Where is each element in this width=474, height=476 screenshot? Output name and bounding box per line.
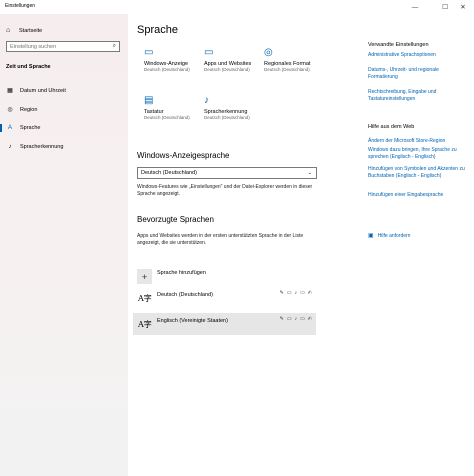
link-add-input-language[interactable]: Hinzufügen einer Eingabesprache <box>368 192 468 199</box>
link-speak-language[interactable]: Windows dazu bringen, Ihre Sprache zu sp… <box>368 147 468 160</box>
pen-icon: ✎ <box>279 316 284 322</box>
language-name: Deutsch (Deutschland) <box>157 292 213 298</box>
active-indicator <box>0 124 2 132</box>
minimize-icon: — <box>411 3 419 11</box>
keyboard-icon: ▤ <box>144 95 154 106</box>
display-language-heading: Windows-Anzeigesprache <box>137 151 230 160</box>
sidebar-item-label: Datum und Uhrzeit <box>20 87 66 94</box>
help-web-title: Hilfe aus dem Web <box>368 124 415 130</box>
related-settings-title: Verwandte Einstellungen <box>368 42 429 48</box>
link-date-time-format[interactable]: Datums-, Uhrzeit- und regionale Formatie… <box>368 67 468 80</box>
tile-sub: Deutsch (Deutschland) <box>204 67 250 72</box>
language-features: ✎ ▭ ♪ ▭ ✍ <box>280 290 312 296</box>
globe-icon: ◎ <box>264 47 273 58</box>
microphone-icon: ♪ <box>8 144 12 150</box>
tile-sub: Deutsch (Deutschland) <box>144 67 190 72</box>
language-features: ✎ ▭ ♪ ▭ ✍ <box>280 316 312 322</box>
link-spelling-typing[interactable]: Rechtschreibung, Eingabe und Tastaturein… <box>368 89 468 102</box>
plus-icon: + <box>137 269 152 284</box>
pen-icon: ✎ <box>279 290 284 296</box>
main-content: Sprache ▭ Windows-Anzeige Deutsch (Deuts… <box>128 14 474 476</box>
window-title: Einstellungen <box>5 3 36 9</box>
chevron-down-icon: ⌄ <box>307 170 312 176</box>
microphone-icon: ♪ <box>294 290 298 296</box>
preferred-languages-description: Apps und Websites werden in der ersten u… <box>137 233 304 246</box>
nav-home[interactable]: ⌂ Startseite <box>6 27 42 34</box>
language-icon: A字 <box>138 320 152 329</box>
tile-windows-display[interactable]: ▭ Windows-Anzeige Deutsch (Deutschland) <box>144 47 198 73</box>
microphone-icon: ♪ <box>294 316 298 322</box>
speech-bubble-icon: ▭ <box>286 290 292 296</box>
close-icon: ✕ <box>460 4 466 11</box>
tile-sub: Deutsch (Deutschland) <box>204 115 250 120</box>
page-title: Sprache <box>137 24 178 36</box>
calendar-clock-icon: ▦ <box>7 88 13 94</box>
home-icon: ⌂ <box>6 27 11 34</box>
display-icon: ▭ <box>300 290 305 296</box>
language-icon: A <box>7 125 12 131</box>
help-icon: ▣ <box>368 233 374 239</box>
preferred-languages-heading: Bevorzugte Sprachen <box>137 215 214 224</box>
monitor-icon: ▭ <box>144 47 154 58</box>
sidebar-item-label: Sprache <box>20 125 41 131</box>
sidebar-item-date-time[interactable]: ▦ Datum und Uhrzeit <box>6 87 66 95</box>
get-help-label: Hilfe anfordern <box>377 232 411 239</box>
nav-section-title: Zeit und Sprache <box>6 64 51 70</box>
add-language-button[interactable]: + Sprache hinzufügen <box>137 269 206 284</box>
get-help-link[interactable]: ▣ Hilfe anfordern <box>368 232 411 240</box>
language-row-english[interactable]: A字 Englisch (Vereinigte Staaten) ✎ ▭ ♪ ▭… <box>133 313 316 335</box>
close-button[interactable]: ✕ <box>452 1 474 13</box>
link-store-region[interactable]: Ändern der Microsoft Store-Region <box>368 138 468 145</box>
display-language-select[interactable]: Deutsch (Deutschland) ⌄ <box>137 167 317 179</box>
handwriting-icon: ✍ <box>307 316 312 322</box>
search-input[interactable] <box>7 42 105 51</box>
display-language-value: Deutsch (Deutschland) <box>141 170 197 176</box>
search-box[interactable]: ⌕ <box>6 41 120 52</box>
tile-keyboard[interactable]: ▤ Tastatur Deutsch (Deutschland) <box>144 95 198 121</box>
language-row-german[interactable]: A字 Deutsch (Deutschland) ✎ ▭ ♪ ▭ ✍ <box>133 287 316 309</box>
sidebar-item-region[interactable]: ◎ Region <box>6 106 38 114</box>
tile-sub: Deutsch (Deutschland) <box>264 67 310 72</box>
sidebar: ⌂ Startseite ⌕ Zeit und Sprache ▦ Datum … <box>0 14 128 476</box>
speech-bubble-icon: ▭ <box>286 316 292 322</box>
title-bar: Einstellungen — ☐ ✕ <box>0 0 474 14</box>
search-icon[interactable]: ⌕ <box>113 43 116 50</box>
sidebar-item-label: Spracherkennung <box>20 144 64 150</box>
display-language-description: Windows-Features wie „Einstellungen" und… <box>137 184 313 197</box>
link-accents[interactable]: Hinzufügen von Symbolen und Akzenten zu … <box>368 166 468 179</box>
nav-home-label: Startseite <box>19 27 43 34</box>
tile-sub: Deutsch (Deutschland) <box>144 115 190 120</box>
add-language-label: Sprache hinzufügen <box>157 269 206 276</box>
tile-speech[interactable]: ♪ Spracherkennung Deutsch (Deutschland) <box>204 95 258 121</box>
language-icon: A字 <box>138 294 152 303</box>
window-icon: ▭ <box>204 47 214 58</box>
minimize-button[interactable]: — <box>404 1 426 13</box>
handwriting-icon: ✍ <box>307 290 312 296</box>
maximize-icon: ☐ <box>442 4 448 11</box>
globe-icon: ◎ <box>7 107 13 113</box>
display-icon: ▭ <box>300 316 305 322</box>
link-admin-language[interactable]: Administrative Sprachoptionen <box>368 52 468 59</box>
sidebar-item-speech[interactable]: ♪ Spracherkennung <box>6 144 64 150</box>
tile-regional-format[interactable]: ◎ Regionales Format Deutsch (Deutschland… <box>264 47 318 73</box>
sidebar-item-label: Region <box>20 106 38 113</box>
microphone-icon: ♪ <box>204 95 209 106</box>
tile-apps-websites[interactable]: ▭ Apps und Websites Deutsch (Deutschland… <box>204 47 258 73</box>
sidebar-item-language[interactable]: A Sprache <box>0 124 41 132</box>
language-name: Englisch (Vereinigte Staaten) <box>157 318 228 324</box>
